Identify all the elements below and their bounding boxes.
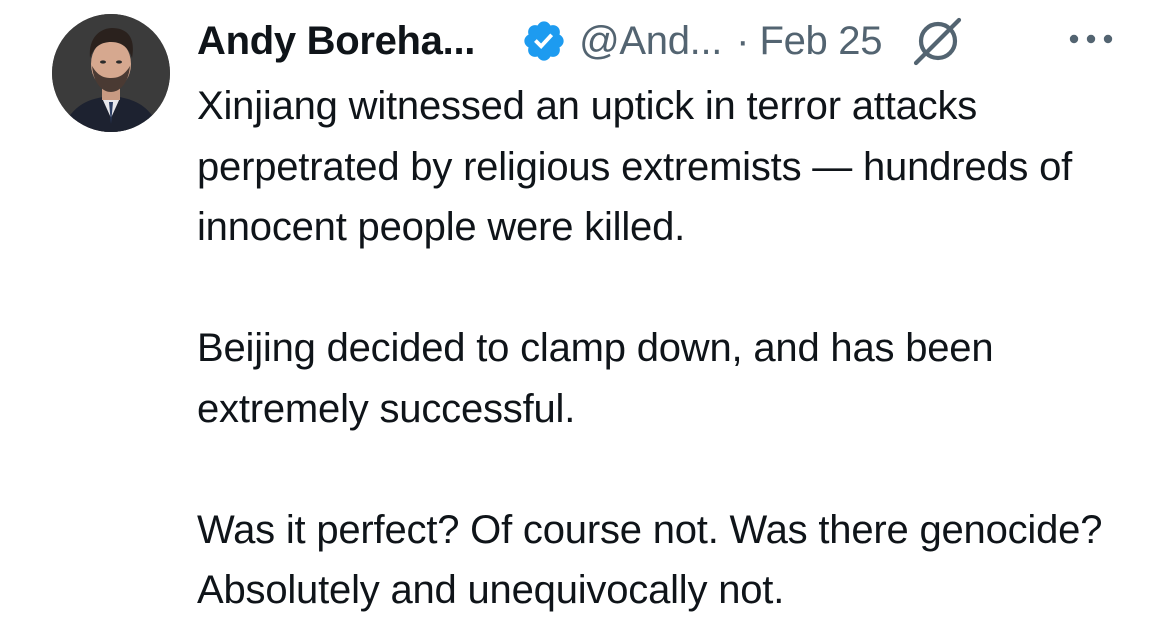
avatar[interactable] — [52, 14, 170, 132]
tweet-paragraph: Xinjiang witnessed an uptick in terror a… — [197, 84, 1073, 249]
verified-badge-icon[interactable] — [521, 18, 567, 64]
grok-icon[interactable] — [912, 15, 964, 67]
more-options-icon[interactable] — [1066, 24, 1116, 54]
tweet-paragraph: Beijing decided to clamp down, and has b… — [197, 326, 994, 431]
author-name[interactable]: Andy Boreha... — [197, 19, 475, 64]
author-handle[interactable]: @And... — [579, 19, 722, 64]
tweet-text: Xinjiang witnessed an uptick in terror a… — [197, 76, 1157, 621]
tweet[interactable]: Andy Boreha... @And... · Feb 25 Xinjiang… — [0, 0, 1170, 624]
tweet-header: Andy Boreha... @And... · Feb 25 — [197, 14, 964, 68]
separator-dot: · — [736, 18, 750, 63]
avatar-image — [52, 14, 170, 132]
tweet-date[interactable]: Feb 25 — [759, 19, 882, 64]
tweet-paragraph: Was it perfect? Of course not. Was there… — [197, 507, 1103, 613]
